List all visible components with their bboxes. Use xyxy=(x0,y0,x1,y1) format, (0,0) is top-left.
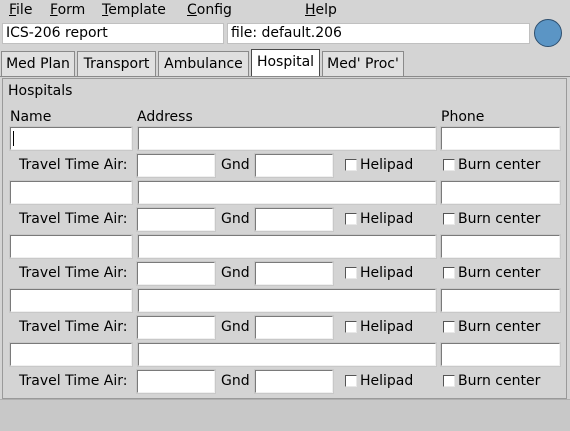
burn-center-checkbox[interactable] xyxy=(443,213,455,225)
tab-med-proc[interactable]: Med' Proc' xyxy=(322,51,404,76)
report-name-field[interactable]: ICS-206 report xyxy=(2,23,224,44)
menu-file-mnemonic: F xyxy=(9,2,17,18)
menu-file[interactable]: File xyxy=(9,1,32,19)
tab-med-plan-label: Med Plan xyxy=(6,56,70,72)
menu-form[interactable]: Form xyxy=(50,1,85,19)
hospital-name-input[interactable] xyxy=(9,180,133,205)
menu-bar: File Form Template Config Help xyxy=(0,0,570,20)
travel-time-gnd-input[interactable] xyxy=(254,261,334,286)
travel-time-air-input[interactable] xyxy=(136,207,216,232)
gnd-label: Gnd xyxy=(221,157,250,173)
hospital-address-input[interactable] xyxy=(137,180,437,205)
hospital-phone-input[interactable] xyxy=(440,342,561,367)
helipad-label: Helipad xyxy=(360,211,414,227)
hospital-phone-input[interactable] xyxy=(440,126,561,151)
travel-time-air-label: Travel Time Air: xyxy=(19,157,128,173)
column-header-phone: Phone xyxy=(441,109,485,125)
helipad-checkbox[interactable] xyxy=(345,375,357,387)
travel-time-air-input[interactable] xyxy=(136,153,216,178)
hospital-phone-input[interactable] xyxy=(440,180,561,205)
burn-center-label: Burn center xyxy=(458,211,541,227)
section-title: Hospitals xyxy=(8,83,73,99)
hospital-name-input[interactable] xyxy=(9,126,133,151)
hospital-name-input[interactable] xyxy=(9,234,133,259)
tab-transport[interactable]: Transport xyxy=(77,51,156,76)
hospital-name-input[interactable] xyxy=(9,288,133,313)
burn-center-label: Burn center xyxy=(458,319,541,335)
travel-time-air-input[interactable] xyxy=(136,369,216,394)
gnd-label: Gnd xyxy=(221,265,250,281)
tab-ambulance-label: Ambulance xyxy=(164,56,243,72)
menu-form-mnemonic: F xyxy=(50,2,58,18)
burn-center-label: Burn center xyxy=(458,157,541,173)
tab-transport-label: Transport xyxy=(83,56,150,72)
status-indicator-icon xyxy=(534,19,562,47)
status-bar xyxy=(0,399,570,431)
burn-center-label: Burn center xyxy=(458,373,541,389)
tab-hospital[interactable]: Hospital xyxy=(251,49,320,77)
helipad-label: Helipad xyxy=(360,319,414,335)
menu-template-label: emplate xyxy=(108,2,166,18)
menu-help-label: elp xyxy=(315,2,337,18)
tab-divider xyxy=(0,76,570,77)
travel-time-air-input[interactable] xyxy=(136,261,216,286)
travel-time-air-label: Travel Time Air: xyxy=(19,373,128,389)
gnd-label: Gnd xyxy=(221,319,250,335)
travel-time-gnd-input[interactable] xyxy=(254,315,334,340)
helipad-label: Helipad xyxy=(360,373,414,389)
burn-center-checkbox[interactable] xyxy=(443,267,455,279)
hospital-phone-input[interactable] xyxy=(440,234,561,259)
column-header-address: Address xyxy=(137,109,193,125)
helipad-label: Helipad xyxy=(360,265,414,281)
hospital-phone-input[interactable] xyxy=(440,288,561,313)
menu-help[interactable]: Help xyxy=(305,1,337,19)
menu-file-label: ile xyxy=(16,2,33,18)
travel-time-air-input[interactable] xyxy=(136,315,216,340)
hospital-address-input[interactable] xyxy=(137,234,437,259)
menu-template[interactable]: Template xyxy=(102,1,166,19)
tab-med-plan[interactable]: Med Plan xyxy=(1,51,75,76)
hospital-address-input[interactable] xyxy=(137,126,437,151)
helipad-checkbox[interactable] xyxy=(345,321,357,333)
helipad-label: Helipad xyxy=(360,157,414,173)
tab-hospital-label: Hospital xyxy=(256,54,315,70)
gnd-label: Gnd xyxy=(221,211,250,227)
travel-time-gnd-input[interactable] xyxy=(254,369,334,394)
burn-center-label: Burn center xyxy=(458,265,541,281)
menu-help-mnemonic: H xyxy=(305,2,316,18)
file-label: file: xyxy=(231,25,258,41)
tab-med-proc-label: Med' Proc' xyxy=(327,56,399,72)
burn-center-checkbox[interactable] xyxy=(443,375,455,387)
burn-center-checkbox[interactable] xyxy=(443,321,455,333)
file-field[interactable]: file: default.206 xyxy=(227,23,530,44)
menu-config-mnemonic: C xyxy=(187,2,197,18)
menu-config[interactable]: Config xyxy=(187,1,232,19)
gnd-label: Gnd xyxy=(221,373,250,389)
helipad-checkbox[interactable] xyxy=(345,213,357,225)
text-cursor xyxy=(13,131,14,146)
column-header-name: Name xyxy=(10,109,52,125)
menu-config-label: onfig xyxy=(196,2,232,18)
file-name: default.206 xyxy=(261,25,342,41)
travel-time-air-label: Travel Time Air: xyxy=(19,265,128,281)
burn-center-checkbox[interactable] xyxy=(443,159,455,171)
hospital-name-input[interactable] xyxy=(9,342,133,367)
menu-form-label: orm xyxy=(57,2,86,18)
helipad-checkbox[interactable] xyxy=(345,159,357,171)
helipad-checkbox[interactable] xyxy=(345,267,357,279)
travel-time-air-label: Travel Time Air: xyxy=(19,211,128,227)
hospital-address-input[interactable] xyxy=(137,342,437,367)
travel-time-air-label: Travel Time Air: xyxy=(19,319,128,335)
hospital-address-input[interactable] xyxy=(137,288,437,313)
travel-time-gnd-input[interactable] xyxy=(254,207,334,232)
tab-ambulance[interactable]: Ambulance xyxy=(158,51,249,76)
travel-time-gnd-input[interactable] xyxy=(254,153,334,178)
